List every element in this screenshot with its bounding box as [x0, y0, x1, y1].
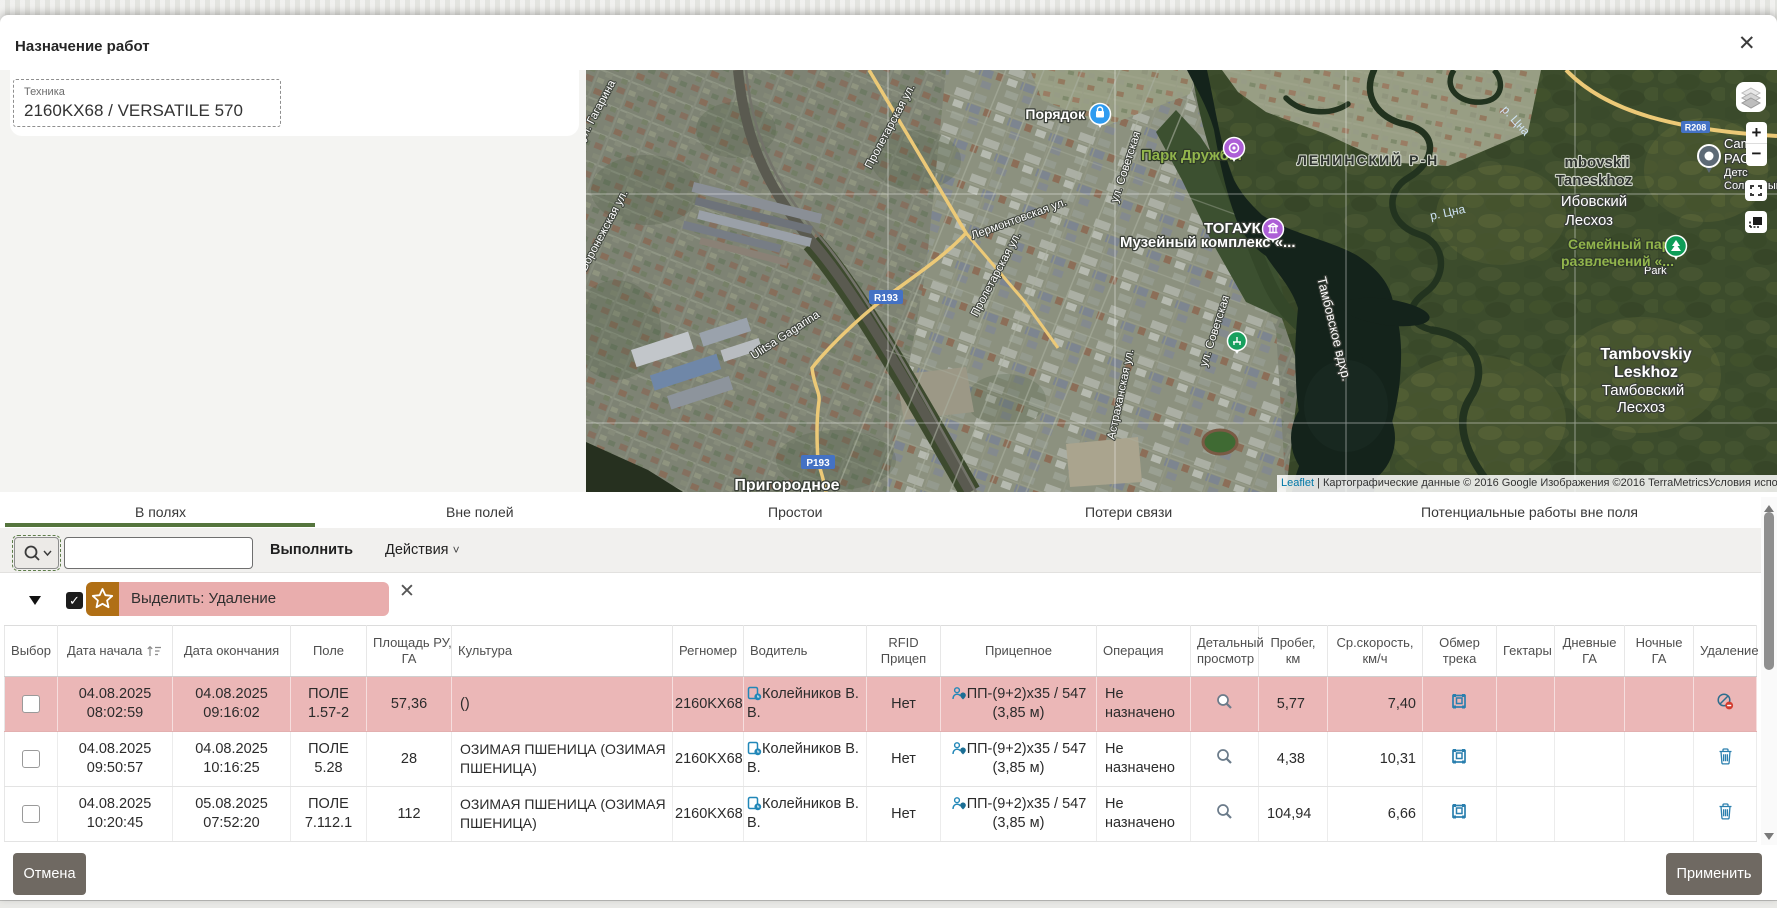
svg-text:Лесхоз: Лесхоз [1565, 212, 1613, 229]
svg-text:Тамбовский: Тамбовский [1602, 382, 1685, 399]
svg-text:R208: R208 [1685, 123, 1707, 133]
svg-text:mbovskii: mbovskii [1564, 154, 1629, 171]
svg-text:R193: R193 [874, 293, 898, 304]
svg-text:Ибовский: Ибовский [1561, 193, 1627, 210]
svg-text:P193: P193 [806, 458, 830, 469]
svg-text:Tambovskiy: Tambovskiy [1600, 346, 1691, 363]
svg-text:Лесхоз: Лесхоз [1617, 399, 1665, 416]
svg-text:Leskhoz: Leskhoz [1614, 364, 1678, 381]
svg-text:Детс: Детс [1724, 167, 1748, 179]
svg-text:Порядок: Порядок [1025, 106, 1086, 122]
svg-text:Taneskhoz: Taneskhoz [1556, 172, 1632, 189]
svg-text:ЛЕНИНСКИЙ Р-Н: ЛЕНИНСКИЙ Р-Н [1297, 151, 1439, 168]
svg-text:развлечений «...: развлечений «... [1561, 253, 1674, 269]
svg-text:Пригородное: Пригородное [734, 477, 839, 492]
svg-text:Семейный парк: Семейный парк [1568, 236, 1678, 252]
